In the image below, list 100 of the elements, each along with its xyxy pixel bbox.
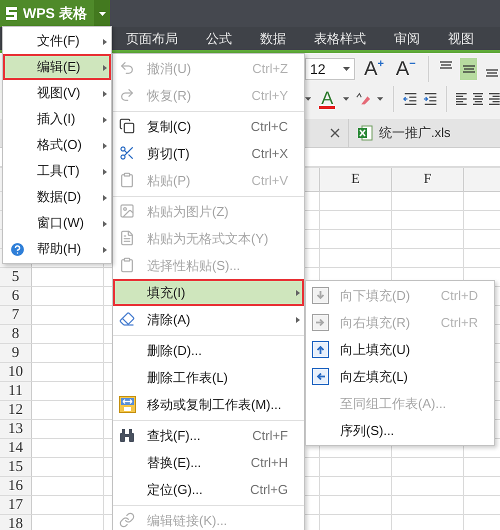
clipboard-icon [119,172,135,188]
grid-cell[interactable] [392,230,464,249]
grid-cell[interactable] [392,192,464,211]
row-header[interactable]: 7 [0,306,32,325]
submenu-arrow-icon [103,143,107,149]
menu-item[interactable]: 向左填充(L) [306,363,494,390]
grid-cell[interactable] [32,268,104,287]
grid-cell[interactable] [32,496,104,515]
grid-cell[interactable] [320,496,392,515]
row-header[interactable]: 12 [0,401,32,420]
grid-cell[interactable] [32,325,104,344]
close-icon[interactable] [330,128,340,138]
submenu-arrow-icon [103,221,107,227]
fill-right-icon [312,314,329,331]
grid-cell[interactable] [32,363,104,382]
grid-cell[interactable] [32,420,104,439]
ribbon-tab[interactable]: 审阅 [380,27,434,50]
grid-cell[interactable] [32,382,104,401]
clear-format-icon [355,91,372,107]
grid-cell[interactable] [320,249,392,268]
menu-item[interactable]: 填充(I) [113,279,304,306]
row-header[interactable]: 16 [0,477,32,496]
grid-cell[interactable] [392,458,464,477]
grid-cell[interactable] [392,211,464,230]
menu-item[interactable]: 移动或复制工作表(M)... [113,391,304,418]
fill-down-icon [312,287,329,304]
grid-cell[interactable] [320,211,392,230]
row-header[interactable]: 15 [0,458,32,477]
menu-item[interactable]: 定位(G)... Ctrl+G [113,476,304,503]
horizontal-align-icon [489,92,500,106]
menu-item[interactable]: 清除(A) [113,306,304,333]
grid-cell[interactable] [392,477,464,496]
menu-item[interactable]: 编辑(E) [3,54,111,80]
horizontal-align-icon [456,92,467,106]
row-header[interactable]: 6 [0,287,32,306]
ribbon-tab[interactable]: 公式 [192,27,246,50]
ribbon-tab[interactable]: 页面布局 [112,27,192,50]
grow-font-button[interactable]: A+ [361,58,387,80]
align-lines-icon [486,69,498,77]
grid-cell[interactable] [320,230,392,249]
row-header[interactable]: 8 [0,325,32,344]
image-icon [119,203,135,219]
grid-cell[interactable] [32,401,104,420]
menu-item[interactable]: 插入(I) [3,106,111,132]
row-header[interactable]: 5 [0,268,32,287]
menu-item[interactable]: 删除(D)... [113,337,304,364]
grid-cell[interactable] [32,306,104,325]
menu-item[interactable]: 工具(T) [3,158,111,184]
menu-item[interactable]: 剪切(T) Ctrl+X [113,140,304,167]
menu-item[interactable]: 帮助(H) [3,236,111,262]
submenu-arrow-icon [103,91,107,97]
grid-cell[interactable] [320,458,392,477]
row-header[interactable]: 9 [0,344,32,363]
menu-item[interactable]: 复制(C) Ctrl+C [113,113,304,140]
caret-icon [377,97,384,101]
menu-item[interactable]: 删除工作表(L) [113,364,304,391]
menu-item[interactable]: 向上填充(U) [306,336,494,363]
grid-cell[interactable] [320,192,392,211]
menu-item[interactable]: 数据(D) [3,184,111,210]
grid-cell[interactable] [32,477,104,496]
grid-cell[interactable] [392,496,464,515]
vertical-align-button[interactable] [460,58,478,80]
link-icon [119,512,135,528]
align-lines-icon [462,65,475,73]
ribbon-tab[interactable]: 表格样式 [300,27,380,50]
menu-item[interactable]: 序列(S)... [306,417,494,444]
menu-item[interactable]: 窗口(W) [3,210,111,236]
ribbon-tab[interactable]: 数据 [246,27,300,50]
row-header[interactable]: 17 [0,496,32,515]
ribbon-tab[interactable]: 视图 [434,27,488,50]
shrink-font-button[interactable]: A− [392,58,419,80]
document-tab[interactable]: 统一推广.xls [348,119,450,147]
fill-up-icon [312,341,329,358]
eraser-icon [119,311,135,327]
row-header[interactable]: 11 [0,382,32,401]
column-header[interactable]: E [320,168,392,192]
binoculars-icon [119,427,135,443]
scissors-icon [119,145,135,161]
move-sheet-icon [119,396,136,413]
app-menu-button[interactable]: WPS 表格 [0,0,110,27]
menu-item[interactable]: 格式(O) [3,132,111,158]
menu-item[interactable]: 替换(E)... Ctrl+H [113,449,304,476]
menu-item[interactable]: 视图(V) [3,80,111,106]
copy-icon [119,118,135,134]
grid-cell[interactable] [392,249,464,268]
grid-cell[interactable] [320,477,392,496]
font-size-field[interactable]: 12 [305,58,356,80]
row-header[interactable]: 18 [0,515,32,530]
grid-cell[interactable] [32,287,104,306]
font-color-button[interactable]: A [317,90,338,108]
row-header[interactable]: 13 [0,420,32,439]
menu-item[interactable]: 查找(F)... Ctrl+F [113,422,304,449]
row-header[interactable]: 10 [0,363,32,382]
grid-cell[interactable] [32,458,104,477]
column-header[interactable]: F [392,168,464,192]
row-header[interactable]: 14 [0,439,32,458]
grid-cell[interactable] [32,439,104,458]
grid-cell[interactable] [32,344,104,363]
menu-item[interactable]: 文件(F) [3,28,111,54]
increase-indent-icon [422,91,438,107]
